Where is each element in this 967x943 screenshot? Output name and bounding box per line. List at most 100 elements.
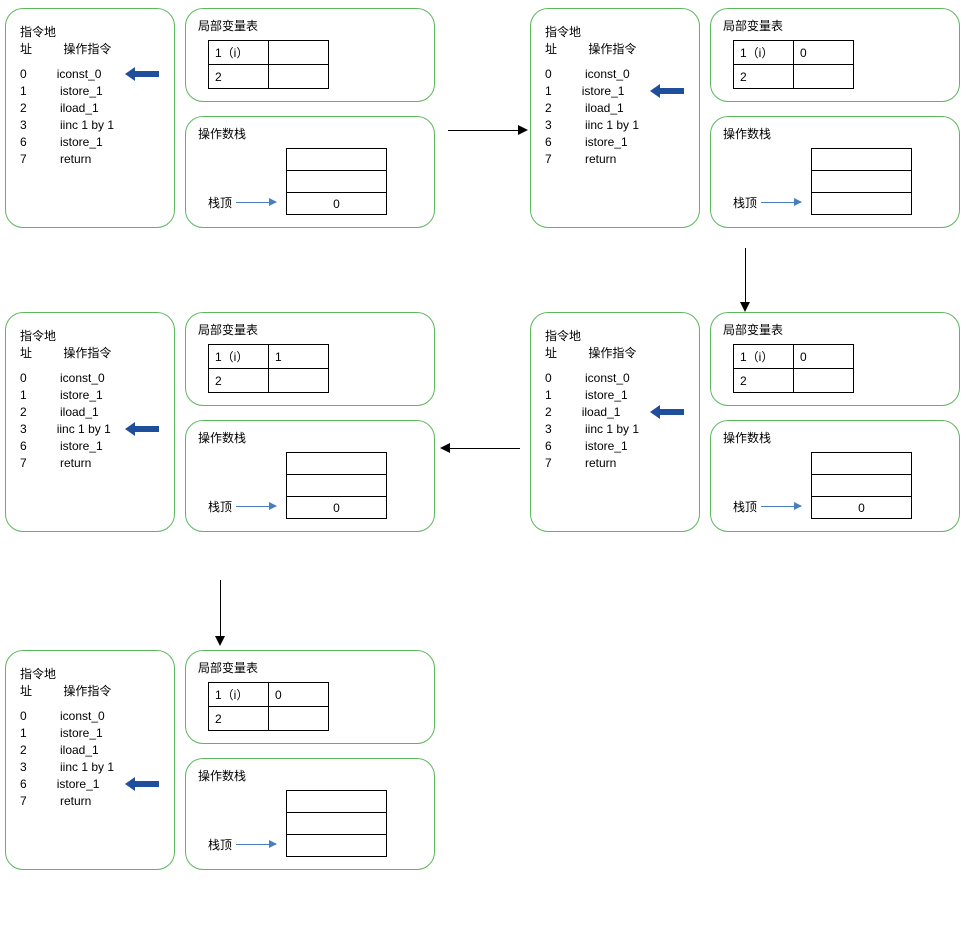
instruction-row: 2iload_1 xyxy=(20,403,158,420)
table-row xyxy=(812,475,912,497)
instruction-row: 6istore_1 xyxy=(20,775,158,792)
operand-stack-panel: 操作数栈栈顶 xyxy=(710,116,960,228)
operand-stack-panel: 操作数栈栈顶0 xyxy=(185,116,435,228)
instruction-text: iload_1 xyxy=(60,743,130,757)
state-right-column: 局部变量表1（i）2 操作数栈栈顶0 xyxy=(185,8,435,228)
table-row: 2 xyxy=(209,369,329,393)
stack-top-arrow-icon xyxy=(236,202,276,203)
instruction-addr: 6 xyxy=(20,777,57,791)
instruction-text: return xyxy=(60,456,130,470)
local-var-title: 局部变量表 xyxy=(198,659,422,676)
table-cell: 2 xyxy=(209,369,269,393)
instruction-header: 指令地址 操作指令 xyxy=(20,23,158,57)
state-right-column: 局部变量表1（i）02操作数栈栈顶0 xyxy=(710,312,960,532)
instruction-row: 0iconst_0 xyxy=(545,369,683,386)
instruction-header: 指令地址 操作指令 xyxy=(545,23,683,57)
operand-stack-table: 0 xyxy=(811,452,912,519)
instruction-text: iinc 1 by 1 xyxy=(585,422,655,436)
current-instruction-arrow-icon xyxy=(125,69,158,79)
local-var-panel: 局部变量表1（i）02 xyxy=(710,312,960,406)
table-cell: 1（i） xyxy=(209,41,269,65)
operand-stack-panel: 操作数栈栈顶0 xyxy=(710,420,960,532)
table-cell xyxy=(287,813,387,835)
instruction-text: istore_1 xyxy=(585,135,655,149)
instruction-addr: 1 xyxy=(545,84,582,98)
state-1: 指令地址 操作指令0iconst_01istore_12iload_13iinc… xyxy=(530,8,960,228)
instruction-addr: 3 xyxy=(20,118,60,132)
table-row xyxy=(287,453,387,475)
table-row xyxy=(287,475,387,497)
instruction-row: 6istore_1 xyxy=(20,437,158,454)
table-cell xyxy=(812,171,912,193)
instruction-text: istore_1 xyxy=(60,84,130,98)
instruction-text: istore_1 xyxy=(582,84,646,98)
instruction-text: return xyxy=(585,152,655,166)
table-row: 2 xyxy=(734,369,854,393)
stack-area: 栈顶 xyxy=(208,790,422,857)
instruction-addr: 1 xyxy=(20,388,60,402)
instruction-addr: 3 xyxy=(20,760,60,774)
table-row: 0 xyxy=(287,193,387,215)
instruction-header: 指令地址 操作指令 xyxy=(20,665,158,699)
table-cell xyxy=(812,149,912,171)
current-instruction-arrow-icon xyxy=(125,424,158,434)
current-instruction-arrow-icon xyxy=(125,779,158,789)
instruction-text: iconst_0 xyxy=(60,709,130,723)
table-cell xyxy=(812,475,912,497)
instr-header: 操作指令 xyxy=(588,344,636,361)
operand-stack-title: 操作数栈 xyxy=(198,767,422,784)
state-3: 指令地址 操作指令0iconst_01istore_12iload_13iinc… xyxy=(5,312,435,532)
instruction-row: 3iinc 1 by 1 xyxy=(20,116,158,133)
instruction-text: iload_1 xyxy=(585,101,655,115)
instruction-row: 0iconst_0 xyxy=(20,65,158,82)
operand-stack-title: 操作数栈 xyxy=(198,125,422,142)
table-row: 1（i）0 xyxy=(734,41,854,65)
instruction-header: 指令地址 操作指令 xyxy=(20,327,158,361)
table-row xyxy=(287,171,387,193)
instruction-row: 7return xyxy=(20,454,158,471)
instruction-header: 指令地址 操作指令 xyxy=(545,327,683,361)
stack-top-label: 栈顶 xyxy=(733,194,805,211)
instruction-row: 1istore_1 xyxy=(20,724,158,741)
stack-top-label: 栈顶 xyxy=(208,836,280,853)
stack-top-label: 栈顶 xyxy=(733,498,805,515)
instruction-row: 7return xyxy=(545,150,683,167)
table-cell: 0 xyxy=(794,345,854,369)
instruction-row: 3iinc 1 by 1 xyxy=(20,758,158,775)
local-var-panel: 局部变量表1（i）2 xyxy=(185,8,435,102)
table-row: 0 xyxy=(287,497,387,519)
table-row: 1（i）0 xyxy=(734,345,854,369)
table-cell xyxy=(269,65,329,89)
instruction-addr: 7 xyxy=(20,794,60,808)
instruction-addr: 7 xyxy=(545,456,585,470)
instruction-row: 1istore_1 xyxy=(545,82,683,99)
table-cell: 1（i） xyxy=(209,345,269,369)
instruction-row: 2iload_1 xyxy=(20,99,158,116)
table-row xyxy=(287,791,387,813)
instruction-text: iload_1 xyxy=(582,405,646,419)
table-cell xyxy=(269,707,329,731)
local-var-title: 局部变量表 xyxy=(198,321,422,338)
table-cell: 1（i） xyxy=(734,41,794,65)
stack-top-arrow-icon xyxy=(761,506,801,507)
addr-header: 指令地址 xyxy=(20,23,60,57)
instruction-row: 6istore_1 xyxy=(545,437,683,454)
stack-top-arrow-icon xyxy=(761,202,801,203)
instruction-text: iconst_0 xyxy=(585,67,655,81)
instruction-row: 6istore_1 xyxy=(545,133,683,150)
table-row xyxy=(287,813,387,835)
table-row: 2 xyxy=(734,65,854,89)
instruction-text: iconst_0 xyxy=(585,371,655,385)
table-row xyxy=(812,149,912,171)
local-var-panel: 局部变量表1（i）02 xyxy=(185,650,435,744)
local-var-panel: 局部变量表1（i）02 xyxy=(710,8,960,102)
table-row xyxy=(812,171,912,193)
table-cell: 0 xyxy=(287,193,387,215)
instruction-addr: 0 xyxy=(20,709,60,723)
table-row: 1（i） xyxy=(209,41,329,65)
instruction-row: 7return xyxy=(20,792,158,809)
local-var-table: 1（i）02 xyxy=(733,344,854,393)
instruction-text: iinc 1 by 1 xyxy=(60,118,130,132)
operand-stack-table: 0 xyxy=(286,452,387,519)
operand-stack-table xyxy=(286,790,387,857)
